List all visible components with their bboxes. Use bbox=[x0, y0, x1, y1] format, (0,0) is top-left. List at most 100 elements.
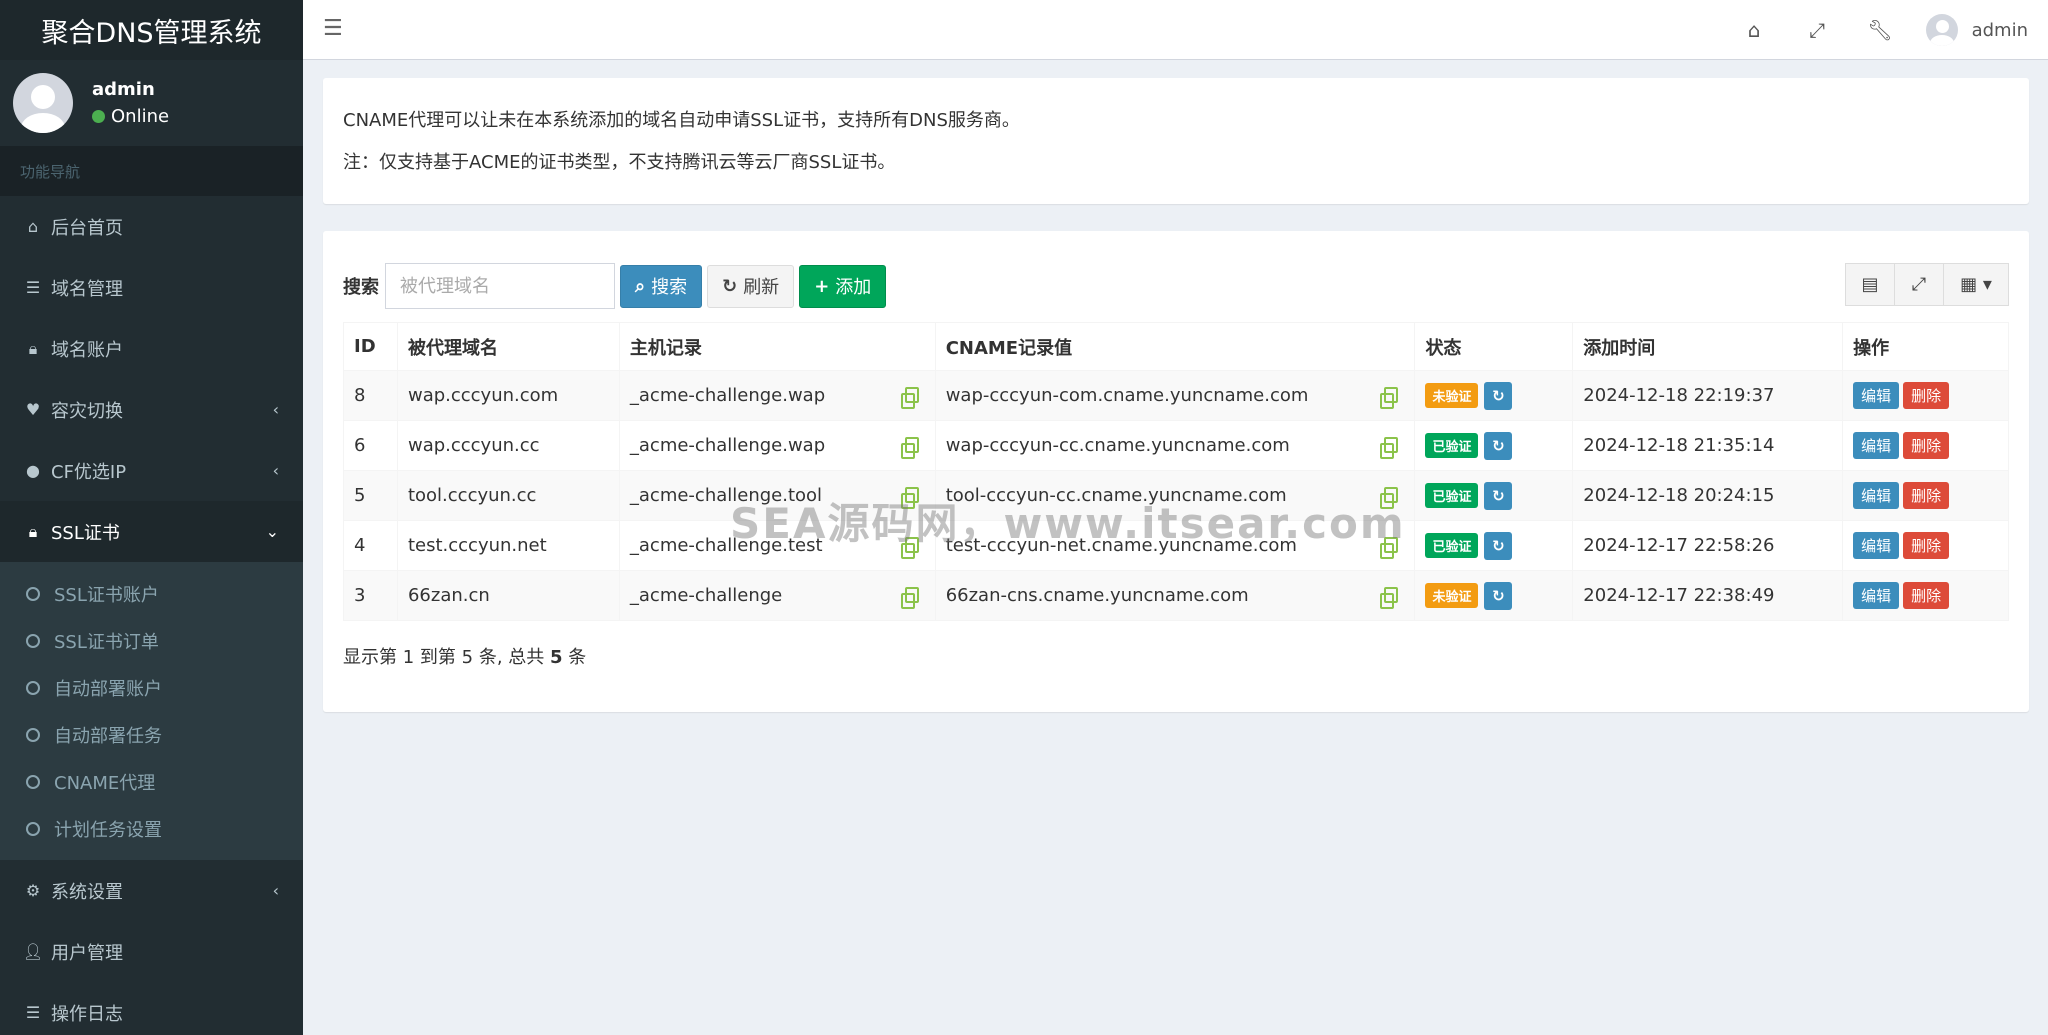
cell-actions: 编辑 删除 bbox=[1842, 520, 2009, 571]
sidebar-item-failover[interactable]: ♥ 容灾切换 ‹ bbox=[0, 379, 303, 440]
cell-domain: wap.cccyun.com bbox=[396, 370, 620, 421]
col-cname[interactable]: CNAME记录值 bbox=[934, 322, 1416, 371]
fullscreen-icon[interactable]: ⤢ bbox=[1894, 263, 1944, 306]
copy-icon[interactable] bbox=[900, 387, 919, 409]
cell-host: _acme-challenge.wap bbox=[618, 370, 936, 421]
copy-icon[interactable] bbox=[1380, 387, 1399, 409]
table-row: 8 wap.cccyun.com _acme-challenge.wap wap-cc… bbox=[343, 370, 2009, 421]
submenu-item-cron-settings[interactable]: 计划任务设置 bbox=[0, 805, 303, 852]
verify-refresh-icon[interactable]: ↻ bbox=[1484, 431, 1513, 460]
sidebar-item-ssl[interactable]: 🔒︎ SSL证书 ⌄ bbox=[0, 501, 303, 562]
edit-button[interactable]: 编辑 bbox=[1853, 582, 1900, 609]
online-dot-icon bbox=[92, 110, 105, 123]
cell-host: _acme-challenge.wap bbox=[618, 420, 936, 471]
edit-button[interactable]: 编辑 bbox=[1853, 532, 1900, 559]
sidebar-item-users[interactable]: 👤︎ 用户管理 bbox=[0, 921, 303, 982]
chevron-left-icon: ‹ bbox=[272, 881, 279, 900]
delete-button[interactable]: 删除 bbox=[1903, 382, 1950, 409]
search-input[interactable] bbox=[385, 263, 615, 309]
cname-value: wap-cccyun-com.cname.yuncname.com bbox=[945, 385, 1309, 406]
copy-icon[interactable] bbox=[1380, 437, 1399, 459]
submenu-item-ssl-accounts[interactable]: SSL证书账户 bbox=[0, 570, 303, 617]
sidebar-item-settings[interactable]: ⚙ 系统设置 ‹ bbox=[0, 860, 303, 921]
status-badge: 已验证 bbox=[1425, 483, 1479, 508]
delete-button[interactable]: 删除 bbox=[1903, 482, 1950, 509]
col-actions[interactable]: 操作 bbox=[1842, 322, 2009, 371]
cell-time: 2024-12-18 22:19:37 bbox=[1572, 370, 1844, 421]
search-button[interactable]: ⌕ 搜索 bbox=[620, 264, 703, 308]
hamburger-menu-icon[interactable]: ☰ bbox=[323, 16, 343, 41]
add-button-label: 添加 bbox=[835, 277, 872, 298]
col-status[interactable]: 状态 bbox=[1414, 322, 1574, 371]
nav-header: 功能导航 bbox=[0, 146, 303, 196]
cell-actions: 编辑 删除 bbox=[1842, 470, 2009, 521]
circle-icon bbox=[26, 821, 40, 836]
ssl-submenu: SSL证书账户 SSL证书订单 自动部署账户 自动部署任务 CNAME代理 计划… bbox=[0, 562, 303, 860]
cell-host: _acme-challenge bbox=[618, 570, 936, 621]
lock-icon: 🔒︎ bbox=[28, 338, 38, 358]
copy-icon[interactable] bbox=[900, 437, 919, 459]
sidebar-item-label: 容灾切换 bbox=[51, 400, 123, 422]
submenu-label: 自动部署账户 bbox=[54, 678, 162, 700]
cell-cname: 66zan-cns.cname.yuncname.com bbox=[934, 570, 1416, 621]
verify-refresh-icon[interactable]: ↻ bbox=[1484, 581, 1513, 610]
submenu-item-deploy-accounts[interactable]: 自动部署账户 bbox=[0, 664, 303, 711]
col-host[interactable]: 主机记录 bbox=[618, 322, 936, 371]
delete-button[interactable]: 删除 bbox=[1903, 432, 1950, 459]
search-label: 搜索 bbox=[343, 277, 379, 298]
user-menu[interactable]: admin bbox=[1912, 14, 2048, 46]
pager-text: 到第 bbox=[419, 647, 456, 668]
cell-status: 已验证 ↻ bbox=[1414, 520, 1574, 571]
verify-refresh-icon[interactable]: ↻ bbox=[1484, 381, 1513, 410]
cell-domain: tool.cccyun.cc bbox=[396, 470, 620, 521]
toggle-view-icon[interactable]: ▤ bbox=[1845, 263, 1895, 306]
sidebar-item-domains[interactable]: ☰ 域名管理 bbox=[0, 257, 303, 318]
pagination-info: 显示第 1 到第 5 条, 总共 5 条 bbox=[343, 643, 586, 669]
cell-id: 8 bbox=[343, 370, 398, 421]
cell-actions: 编辑 删除 bbox=[1842, 420, 2009, 471]
pager-total: 5 bbox=[550, 647, 563, 668]
user-name: admin bbox=[92, 79, 155, 100]
cname-value: wap-cccyun-cc.cname.yuncname.com bbox=[945, 435, 1290, 456]
delete-button[interactable]: 删除 bbox=[1903, 582, 1950, 609]
edit-button[interactable]: 编辑 bbox=[1853, 482, 1900, 509]
submenu-item-deploy-tasks[interactable]: 自动部署任务 bbox=[0, 711, 303, 758]
cname-value: 66zan-cns.cname.yuncname.com bbox=[945, 585, 1249, 606]
cell-status: 已验证 ↻ bbox=[1414, 470, 1574, 521]
delete-button[interactable]: 删除 bbox=[1903, 532, 1950, 559]
brand-logo[interactable]: 聚合DNS管理系统 bbox=[0, 0, 303, 60]
toolbar: 搜索 ⌕ 搜索 ↻ 刷新 + 添加 bbox=[343, 263, 887, 309]
add-button[interactable]: + 添加 bbox=[799, 264, 887, 308]
cell-status: 未验证 ↻ bbox=[1414, 570, 1574, 621]
submenu-item-ssl-orders[interactable]: SSL证书订单 bbox=[0, 617, 303, 664]
col-time[interactable]: 添加时间 bbox=[1572, 322, 1844, 371]
sidebar-item-label: 域名管理 bbox=[51, 278, 123, 300]
status-badge: 已验证 bbox=[1425, 433, 1479, 458]
copy-icon[interactable] bbox=[1380, 587, 1399, 609]
pager-text: 显示第 bbox=[343, 647, 397, 668]
sidebar-item-cf-ip[interactable]: ● CF优选IP ‹ bbox=[0, 440, 303, 501]
cell-time: 2024-12-18 20:24:15 bbox=[1572, 470, 1844, 521]
verify-refresh-icon[interactable]: ↻ bbox=[1484, 481, 1513, 510]
fullscreen-icon[interactable]: ⤢ bbox=[1786, 18, 1849, 42]
col-domain[interactable]: 被代理域名 bbox=[396, 322, 620, 371]
sidebar-item-logs[interactable]: ☰ 操作日志 bbox=[0, 982, 303, 1035]
cell-cname: wap-cccyun-cc.cname.yuncname.com bbox=[934, 420, 1416, 471]
host-value: _acme-challenge.wap bbox=[629, 385, 826, 406]
edit-button[interactable]: 编辑 bbox=[1853, 382, 1900, 409]
sidebar-item-home[interactable]: ⌂ 后台首页 bbox=[0, 196, 303, 257]
edit-button[interactable]: 编辑 bbox=[1853, 432, 1900, 459]
wrench-icon[interactable]: 🔧︎ bbox=[1849, 18, 1912, 42]
home-icon[interactable]: ⌂ bbox=[1723, 18, 1786, 42]
ssl-lock-icon: 🔒︎ bbox=[28, 521, 38, 541]
submenu-item-cname-proxy[interactable]: CNAME代理 bbox=[0, 758, 303, 805]
cell-time: 2024-12-17 22:58:26 bbox=[1572, 520, 1844, 571]
watermark: SEA源码网，www.itsear.com bbox=[730, 499, 1406, 548]
copy-icon[interactable] bbox=[900, 587, 919, 609]
verify-refresh-icon[interactable]: ↻ bbox=[1484, 531, 1513, 560]
refresh-button[interactable]: ↻ 刷新 bbox=[707, 264, 795, 308]
columns-dropdown-icon[interactable]: ▦ ▾ bbox=[1943, 263, 2009, 306]
col-id[interactable]: ID bbox=[343, 322, 398, 371]
sidebar-item-domain-accounts[interactable]: 🔒︎ 域名账户 bbox=[0, 318, 303, 379]
search-icon: ⌕ bbox=[635, 275, 646, 297]
